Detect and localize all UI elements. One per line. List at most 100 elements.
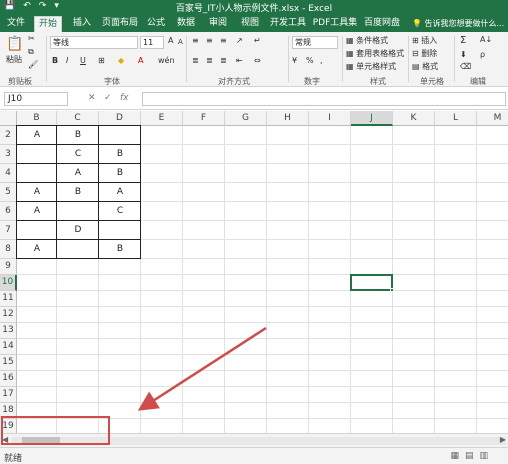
- select-all-corner[interactable]: [0, 111, 17, 126]
- row-header-13[interactable]: 13: [0, 323, 17, 339]
- cell-c4[interactable]: A: [57, 164, 99, 183]
- bold-button[interactable]: B: [52, 56, 58, 65]
- fill-handle[interactable]: [390, 288, 394, 292]
- orientation-icon[interactable]: ↗: [236, 36, 243, 45]
- tab-home[interactable]: 开始: [34, 16, 62, 32]
- column-header-h[interactable]: H: [267, 111, 309, 126]
- align-top-icon[interactable]: ≡: [192, 36, 199, 45]
- selected-cell[interactable]: [350, 274, 394, 292]
- column-header-b[interactable]: B: [17, 111, 57, 126]
- cell-d8[interactable]: B: [99, 240, 141, 259]
- tab-review[interactable]: 审阅: [204, 16, 232, 32]
- font-name-select[interactable]: 等线: [50, 36, 138, 49]
- align-left-icon[interactable]: ≣: [192, 56, 199, 65]
- cell-b8[interactable]: A: [17, 240, 57, 259]
- font-color-icon[interactable]: A: [138, 56, 143, 65]
- normal-view-icon[interactable]: ▦: [450, 451, 459, 461]
- cell-d3[interactable]: B: [99, 145, 141, 164]
- tell-me-box[interactable]: 💡 告诉我您想要做什么...: [412, 18, 504, 29]
- conditional-format-button[interactable]: ▦ 条件格式: [346, 35, 388, 46]
- shrink-font-icon[interactable]: A: [178, 38, 183, 46]
- cell-d5[interactable]: A: [99, 183, 141, 202]
- cell-c2[interactable]: B: [57, 126, 99, 145]
- align-center-icon[interactable]: ≣: [206, 56, 213, 65]
- row-header-9[interactable]: 9: [0, 259, 17, 275]
- paste-icon[interactable]: 📋: [6, 36, 23, 52]
- row-header-18[interactable]: 18: [0, 403, 17, 419]
- merge-icon[interactable]: ⇔: [254, 56, 261, 65]
- format-cells-button[interactable]: ▤ 格式: [412, 61, 438, 72]
- tab-file[interactable]: 文件: [4, 16, 28, 32]
- column-header-j[interactable]: J: [351, 111, 393, 126]
- row-header-12[interactable]: 12: [0, 307, 17, 323]
- cell-c7[interactable]: D: [57, 221, 99, 240]
- column-header-m[interactable]: M: [477, 111, 508, 126]
- cell-d4[interactable]: B: [99, 164, 141, 183]
- row-header-6[interactable]: 6: [0, 202, 17, 221]
- horizontal-scrollbar[interactable]: [12, 437, 506, 445]
- column-header-e[interactable]: E: [141, 111, 183, 126]
- column-header-k[interactable]: K: [393, 111, 435, 126]
- cell-b2[interactable]: A: [17, 126, 57, 145]
- cell-b5[interactable]: A: [17, 183, 57, 202]
- column-header-f[interactable]: F: [183, 111, 225, 126]
- column-header-l[interactable]: L: [435, 111, 477, 126]
- row-header-19[interactable]: 19: [0, 419, 17, 433]
- row-header-14[interactable]: 14: [0, 339, 17, 355]
- align-middle-icon[interactable]: ≡: [206, 36, 213, 45]
- comma-icon[interactable]: ,: [320, 56, 323, 65]
- border-icon[interactable]: ⊞: [98, 56, 105, 65]
- find-select-icon[interactable]: ρ: [480, 50, 485, 59]
- insert-function-icon[interactable]: fx: [120, 93, 129, 103]
- row-header-5[interactable]: 5: [0, 183, 17, 202]
- tab-pdf[interactable]: PDF工具集: [312, 16, 358, 32]
- cell-c5[interactable]: B: [57, 183, 99, 202]
- fill-icon[interactable]: ⬇: [460, 50, 467, 59]
- cell-styles-button[interactable]: ▦ 单元格样式: [346, 61, 396, 72]
- align-bottom-icon[interactable]: ≡: [220, 36, 227, 45]
- row-header-4[interactable]: 4: [0, 164, 17, 183]
- tab-insert[interactable]: 插入: [68, 16, 96, 32]
- tab-developer[interactable]: 开发工具: [268, 16, 308, 32]
- paste-button[interactable]: 粘贴: [6, 54, 22, 65]
- format-painter-icon[interactable]: 🖌: [28, 60, 38, 69]
- cell-d6[interactable]: C: [99, 202, 141, 221]
- indent-icon[interactable]: ⇤: [236, 56, 243, 65]
- formula-input[interactable]: [142, 92, 506, 106]
- grow-font-icon[interactable]: A: [168, 36, 173, 45]
- align-right-icon[interactable]: ≣: [220, 56, 227, 65]
- tab-data[interactable]: 数据: [172, 16, 200, 32]
- percent-icon[interactable]: %: [306, 56, 314, 65]
- row-header-8[interactable]: 8: [0, 240, 17, 259]
- tab-page-layout[interactable]: 页面布局: [100, 16, 140, 32]
- column-header-d[interactable]: D: [99, 111, 141, 126]
- phonetic-icon[interactable]: wén: [158, 56, 175, 65]
- autosum-icon[interactable]: Σ: [460, 35, 466, 46]
- currency-icon[interactable]: ¥: [292, 56, 297, 65]
- underline-button[interactable]: U: [80, 56, 86, 65]
- tab-formulas[interactable]: 公式: [144, 16, 168, 32]
- cancel-icon[interactable]: ✕: [88, 93, 96, 103]
- scrollbar-thumb[interactable]: [22, 437, 60, 445]
- column-header-c[interactable]: C: [57, 111, 99, 126]
- cell-c3[interactable]: C: [57, 145, 99, 164]
- name-box[interactable]: J10: [4, 92, 68, 106]
- format-as-table-button[interactable]: ▦ 套用表格格式: [346, 48, 404, 59]
- insert-cells-button[interactable]: ⊞ 插入: [412, 35, 437, 46]
- row-header-10[interactable]: 10: [0, 275, 17, 291]
- enter-icon[interactable]: ✓: [104, 93, 112, 103]
- cell-b6[interactable]: A: [17, 202, 57, 221]
- row-header-2[interactable]: 2: [0, 126, 17, 145]
- row-header-11[interactable]: 11: [0, 291, 17, 307]
- delete-cells-button[interactable]: ⊟ 删除: [412, 48, 437, 59]
- row-header-16[interactable]: 16: [0, 371, 17, 387]
- row-header-15[interactable]: 15: [0, 355, 17, 371]
- fill-color-icon[interactable]: ◆: [118, 56, 124, 65]
- spreadsheet-grid[interactable]: B C D E F G H I J K L M 2 3 4 5 6 7 8 9 10 11 12 13 14 15 16 17 18 19…: [0, 111, 508, 433]
- column-header-i[interactable]: I: [309, 111, 351, 126]
- font-size-select[interactable]: 11: [140, 36, 164, 49]
- row-header-7[interactable]: 7: [0, 221, 17, 240]
- number-format-select[interactable]: 常规: [292, 36, 338, 49]
- sort-filter-icon[interactable]: A↓: [480, 35, 492, 44]
- copy-icon[interactable]: ⧉: [28, 47, 34, 57]
